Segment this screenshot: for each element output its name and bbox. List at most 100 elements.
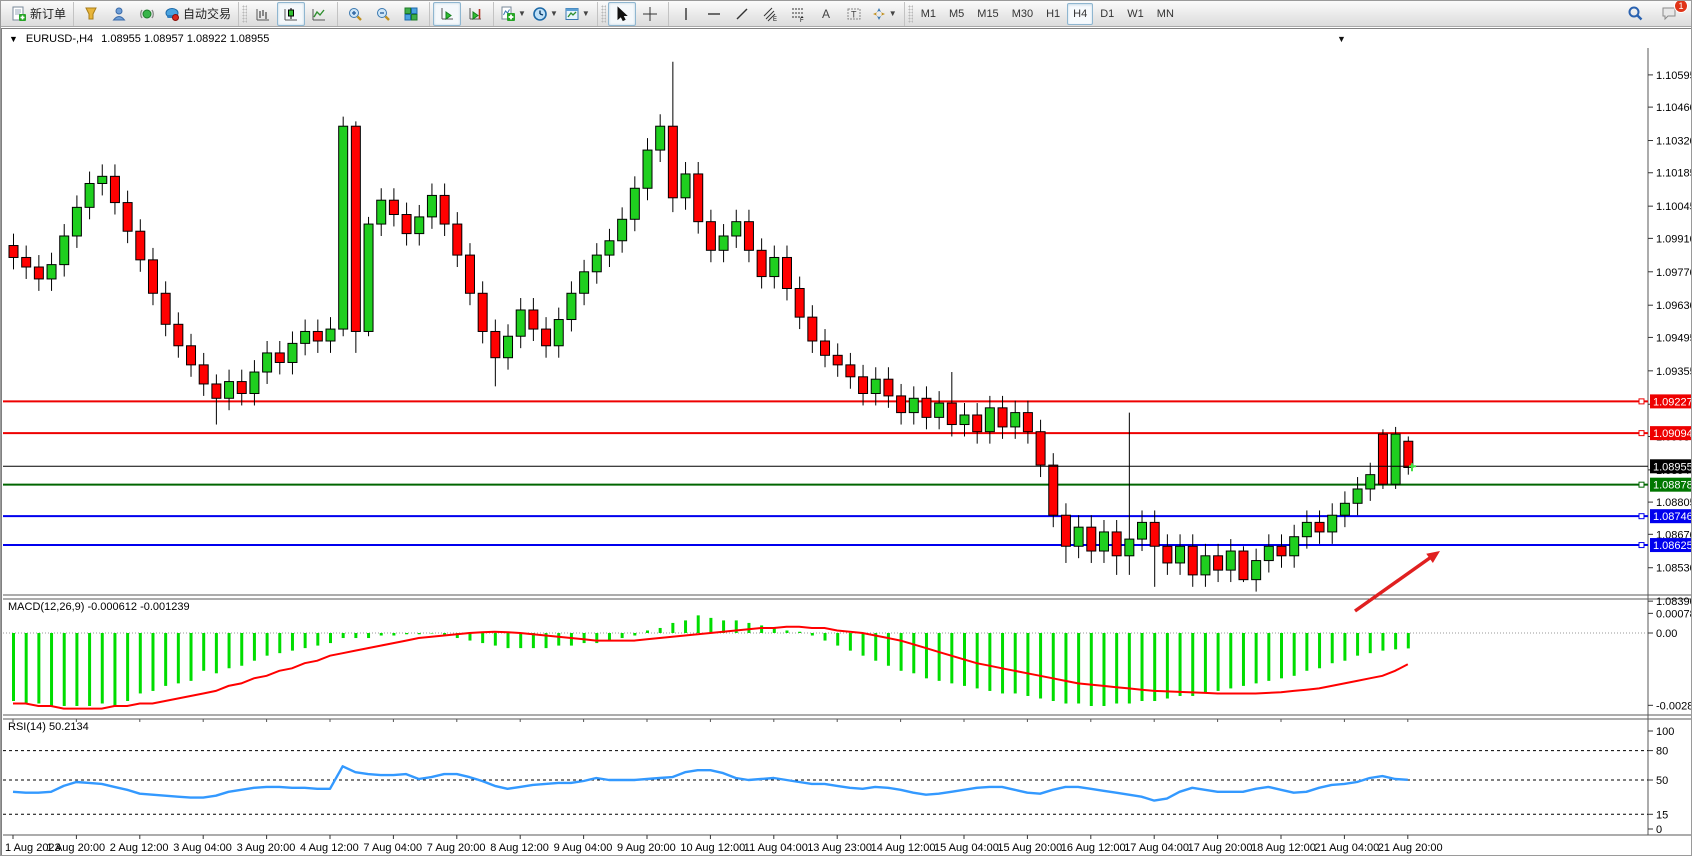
auto-scroll-button[interactable] xyxy=(433,2,461,26)
toolbar-group-zoom xyxy=(337,2,428,26)
candle-body xyxy=(110,176,119,202)
trendline-button[interactable] xyxy=(728,2,756,26)
candle-body xyxy=(1290,537,1299,556)
fibonacci-button[interactable]: F xyxy=(784,2,812,26)
search-button[interactable] xyxy=(1621,2,1649,26)
period-M15[interactable]: M15 xyxy=(971,3,1004,25)
horizontal-line-icon xyxy=(706,6,722,22)
chevron-down-icon[interactable]: ▼ xyxy=(550,9,558,18)
toolbar-group-trade: 新订单 xyxy=(5,2,72,26)
market-depth-button[interactable] xyxy=(77,2,105,26)
trading-platform-window: 新订单 自动交易 xyxy=(0,0,1692,856)
period-D1[interactable]: D1 xyxy=(1094,3,1120,25)
zoom-in-button[interactable] xyxy=(341,2,369,26)
candlestick-chart-button[interactable] xyxy=(277,2,305,26)
time-axis-label: 1 Aug 20:00 xyxy=(46,842,105,854)
time-axis-label: 11 Aug 04:00 xyxy=(744,842,808,854)
candle-body xyxy=(884,379,893,396)
candle-body xyxy=(237,382,246,394)
chevron-down-icon[interactable]: ▼ xyxy=(518,9,526,18)
price-axis-tick-label: 1.10595 xyxy=(1656,70,1692,82)
candle-body xyxy=(1074,527,1083,546)
chart-panes[interactable]: 1.107351.105951.104601.103201.101851.100… xyxy=(3,48,1691,855)
period-MN[interactable]: MN xyxy=(1151,3,1180,25)
period-M30[interactable]: M30 xyxy=(1006,3,1039,25)
candle-body xyxy=(1353,489,1362,503)
one-click-trading-toggle[interactable]: ▼ xyxy=(9,34,18,44)
candle-body xyxy=(504,336,513,357)
notifications-button[interactable]: 1 xyxy=(1655,2,1683,26)
chart-title-symbol: EURUSD-,H4 xyxy=(26,33,93,45)
candle-body xyxy=(161,293,170,324)
community-button[interactable] xyxy=(105,2,133,26)
toolbar-grip[interactable] xyxy=(601,5,606,23)
new-order-button[interactable]: 新订单 xyxy=(8,2,69,26)
line-chart-button[interactable] xyxy=(305,2,333,26)
chevron-down-icon[interactable]: ▼ xyxy=(889,9,897,18)
candle-body xyxy=(567,293,576,319)
chart-shift-button[interactable] xyxy=(461,2,489,26)
horizontal-line-button[interactable] xyxy=(700,2,728,26)
tile-windows-button[interactable] xyxy=(397,2,425,26)
chart-shift-marker-icon[interactable]: ▼ xyxy=(1337,34,1346,44)
period-M5[interactable]: M5 xyxy=(943,3,970,25)
line-handle[interactable] xyxy=(1639,514,1644,519)
candle-body xyxy=(1277,546,1286,556)
toolbar-grip[interactable] xyxy=(908,5,913,23)
person-icon xyxy=(111,6,127,22)
line-handle[interactable] xyxy=(1639,399,1644,404)
arrows-button[interactable]: ▼ xyxy=(868,2,900,26)
candle-body xyxy=(1112,532,1121,556)
period-W1[interactable]: W1 xyxy=(1121,3,1150,25)
candle-body xyxy=(529,310,538,329)
price-axis-tick-label: 1.10045 xyxy=(1656,201,1692,213)
text-button[interactable]: A xyxy=(812,2,840,26)
candle-body xyxy=(630,188,639,219)
candle-body xyxy=(1023,413,1032,432)
price-axis-tick-label: 1.09495 xyxy=(1656,332,1692,344)
candle-body xyxy=(364,224,373,331)
line-handle[interactable] xyxy=(1639,431,1644,436)
price-badge-label: 1.09227 xyxy=(1653,396,1692,408)
period-M1[interactable]: M1 xyxy=(915,3,942,25)
toolbar-grip[interactable] xyxy=(242,5,247,23)
line-handle[interactable] xyxy=(1639,482,1644,487)
chevron-down-icon[interactable]: ▼ xyxy=(582,9,590,18)
time-axis-label: 15 Aug 04:00 xyxy=(934,842,999,854)
candle-body xyxy=(694,174,703,222)
price-badge-label: 1.08955 xyxy=(1653,461,1692,473)
candle-body xyxy=(1011,413,1020,427)
auto-trading-button[interactable]: 自动交易 xyxy=(161,2,234,26)
text-label-button[interactable]: T xyxy=(840,2,868,26)
period-H1[interactable]: H1 xyxy=(1040,3,1066,25)
chart-window[interactable]: ▼ EURUSD-,H4 1.08955 1.08957 1.08922 1.0… xyxy=(1,28,1692,856)
line-handle[interactable] xyxy=(1639,543,1644,548)
candle-body xyxy=(706,222,715,251)
chart-canvas[interactable]: 1.107351.105951.104601.103201.101851.100… xyxy=(3,48,1692,856)
bar-chart-button[interactable] xyxy=(249,2,277,26)
signals-button[interactable] xyxy=(133,2,161,26)
periods-button[interactable]: ▼ xyxy=(529,2,561,26)
crosshair-button[interactable] xyxy=(636,2,664,26)
trendline-icon xyxy=(734,6,750,22)
candle-body xyxy=(225,382,234,399)
candle-body xyxy=(199,365,208,384)
chart-shift-icon xyxy=(467,6,483,22)
candle-body xyxy=(174,324,183,345)
indicators-button[interactable]: ▼ xyxy=(497,2,529,26)
candle-body xyxy=(1036,432,1045,465)
auto-trading-icon xyxy=(164,6,180,22)
candle-body xyxy=(275,353,284,363)
time-axis-label: 9 Aug 20:00 xyxy=(617,842,676,854)
templates-button[interactable]: ▼ xyxy=(561,2,593,26)
zoom-out-button[interactable] xyxy=(369,2,397,26)
vertical-line-button[interactable] xyxy=(672,2,700,26)
macd-axis-label: 0.00 xyxy=(1656,628,1677,640)
equidistant-channel-button[interactable]: E xyxy=(756,2,784,26)
time-axis-label: 13 Aug 23:00 xyxy=(807,842,872,854)
cursor-button[interactable] xyxy=(608,2,636,26)
period-H4[interactable]: H4 xyxy=(1067,3,1093,25)
price-badge-label: 1.08625 xyxy=(1653,540,1692,552)
candle-body xyxy=(1378,434,1387,484)
auto-scroll-icon xyxy=(439,6,455,22)
